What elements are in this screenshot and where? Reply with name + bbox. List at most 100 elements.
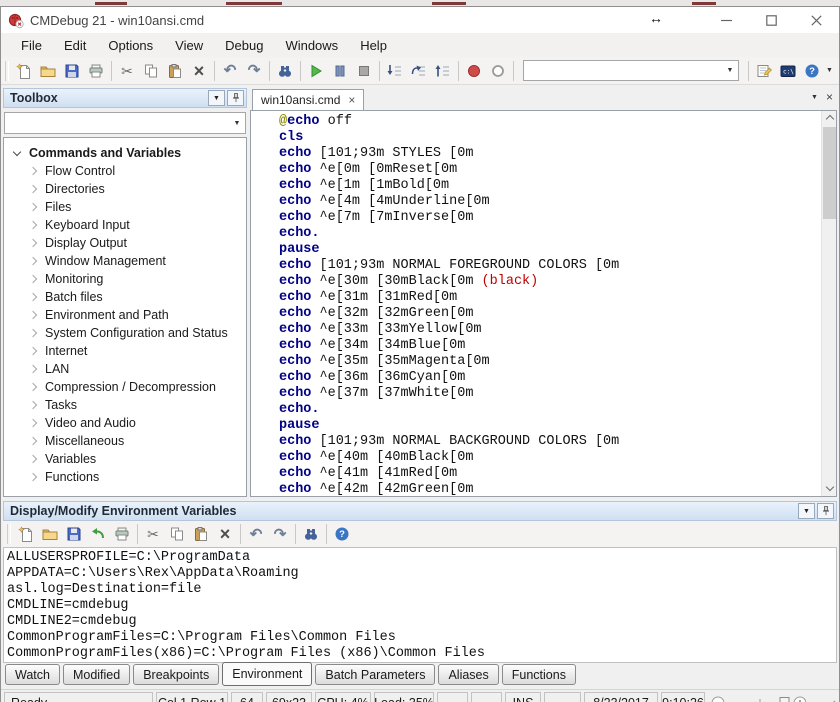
run-button[interactable]	[304, 59, 328, 83]
toolbox-item-functions[interactable]: Functions	[4, 468, 246, 486]
undo-icon: ↶	[222, 63, 238, 79]
step-over-button[interactable]	[407, 59, 431, 83]
toolbox-item-compression-decompression[interactable]: Compression / Decompression	[4, 378, 246, 396]
delete-button[interactable]: ×	[213, 522, 237, 546]
toolbox-item-commands-and-variables[interactable]: Commands and Variables	[4, 144, 246, 162]
scroll-up-arrow-icon[interactable]	[822, 111, 837, 126]
zoom-slider[interactable]	[710, 694, 806, 702]
menu-item-file[interactable]: File	[11, 35, 52, 56]
find-button[interactable]	[273, 59, 297, 83]
stop-button[interactable]	[352, 59, 376, 83]
bottom-tab-environment[interactable]: Environment	[222, 662, 312, 686]
command-combo[interactable]: ▼	[523, 60, 739, 81]
caret-down-icon[interactable]: ▼	[229, 113, 245, 133]
redo-button[interactable]: ↷	[268, 522, 292, 546]
edit-window-button[interactable]	[752, 59, 776, 83]
close-document-button[interactable]: ×	[826, 90, 833, 104]
clear-breakpoints-button[interactable]	[486, 59, 510, 83]
toolbox-item-miscellaneous[interactable]: Miscellaneous	[4, 432, 246, 450]
toolbox-menu-button[interactable]: ▼	[208, 90, 225, 106]
redo-button[interactable]: ↷	[242, 59, 266, 83]
editor-vertical-scrollbar[interactable]	[821, 111, 836, 496]
open-file-button[interactable]	[36, 59, 60, 83]
revert-button[interactable]	[86, 522, 110, 546]
paste-button[interactable]	[189, 522, 213, 546]
toolbox-item-directories[interactable]: Directories	[4, 180, 246, 198]
find-button[interactable]	[299, 522, 323, 546]
toolbox-item-variables[interactable]: Variables	[4, 450, 246, 468]
toolbar-separator	[513, 61, 514, 81]
toolbox-item-files[interactable]: Files	[4, 198, 246, 216]
close-button[interactable]	[794, 7, 839, 33]
copy-button[interactable]	[139, 59, 163, 83]
menu-item-debug[interactable]: Debug	[215, 35, 273, 56]
cut-button[interactable]: ✂	[115, 59, 139, 83]
menu-item-windows[interactable]: Windows	[275, 35, 348, 56]
bottom-tab-modified[interactable]: Modified	[63, 664, 130, 685]
toolbox-item-window-management[interactable]: Window Management	[4, 252, 246, 270]
toolbox-item-environment-and-path[interactable]: Environment and Path	[4, 306, 246, 324]
new-file-button[interactable]	[12, 59, 36, 83]
toggle-breakpoint-button[interactable]	[462, 59, 486, 83]
toolbox-item-monitoring[interactable]: Monitoring	[4, 270, 246, 288]
toolbox-pin-button[interactable]	[227, 90, 244, 106]
undo-button[interactable]: ↶	[244, 522, 268, 546]
toolbox-item-batch-files[interactable]: Batch files	[4, 288, 246, 306]
scrollbar-thumb[interactable]	[823, 127, 836, 219]
minimize-button[interactable]	[704, 7, 749, 33]
toolbox-item-system-configuration-and-status[interactable]: System Configuration and Status	[4, 324, 246, 342]
code-editor[interactable]: @echo offclsecho [101;93m STYLES [0mecho…	[251, 111, 821, 496]
toolbox-title: Toolbox	[10, 91, 206, 105]
toolbox-item-lan[interactable]: LAN	[4, 360, 246, 378]
tab-close-icon[interactable]: ×	[348, 94, 355, 106]
cut-button[interactable]: ✂	[141, 522, 165, 546]
bottom-tab-batch-parameters[interactable]: Batch Parameters	[315, 664, 435, 685]
bottom-tab-functions[interactable]: Functions	[502, 664, 576, 685]
environment-menu-button[interactable]: ▼	[798, 503, 815, 519]
bottom-tab-watch[interactable]: Watch	[5, 664, 60, 685]
title-bar[interactable]: CMDebug 21 - win10ansi.cmd ↔	[1, 7, 839, 33]
command-window-button[interactable]: c:\	[776, 59, 800, 83]
toolbox-filter-combo[interactable]: ▼	[4, 112, 246, 134]
help-button[interactable]: ?	[330, 522, 354, 546]
bottom-tab-breakpoints[interactable]: Breakpoints	[133, 664, 219, 685]
help-button[interactable]: ?	[800, 59, 824, 83]
code-line: echo ^e[34m [34mBlue[0m	[279, 338, 821, 354]
toolbox-item-video-and-audio[interactable]: Video and Audio	[4, 414, 246, 432]
menu-item-help[interactable]: Help	[350, 35, 397, 56]
environment-variables-list[interactable]: ALLUSERSPROFILE=C:\ProgramDataAPPDATA=C:…	[3, 547, 837, 663]
toolbar-overflow-button[interactable]: ▼	[826, 67, 833, 74]
scroll-down-arrow-icon[interactable]	[822, 481, 837, 496]
environment-pin-button[interactable]	[817, 503, 834, 519]
print-button[interactable]	[84, 59, 108, 83]
menu-item-view[interactable]: View	[165, 35, 213, 56]
toolbox-item-keyboard-input[interactable]: Keyboard Input	[4, 216, 246, 234]
delete-button[interactable]: ×	[187, 59, 211, 83]
menu-item-options[interactable]: Options	[98, 35, 163, 56]
pause-button[interactable]	[328, 59, 352, 83]
open-file-button[interactable]	[38, 522, 62, 546]
step-out-button[interactable]	[431, 59, 455, 83]
toolbox-item-tasks[interactable]: Tasks	[4, 396, 246, 414]
maximize-button[interactable]	[749, 7, 794, 33]
paste-button[interactable]	[163, 59, 187, 83]
undo-button[interactable]: ↶	[218, 59, 242, 83]
toolbox-item-display-output[interactable]: Display Output	[4, 234, 246, 252]
save-button[interactable]	[62, 522, 86, 546]
tab-list-button[interactable]: ▼	[811, 94, 818, 101]
toolbox-filter-input[interactable]	[5, 113, 229, 133]
menu-item-edit[interactable]: Edit	[54, 35, 96, 56]
new-file-button[interactable]	[14, 522, 38, 546]
toolbox-item-internet[interactable]: Internet	[4, 342, 246, 360]
tree-item-label: Tasks	[45, 398, 77, 412]
caret-down-icon[interactable]: ▼	[722, 61, 738, 80]
toolbox-item-flow-control[interactable]: Flow Control	[4, 162, 246, 180]
command-input[interactable]	[524, 61, 722, 80]
print-button[interactable]	[110, 522, 134, 546]
step-into-button[interactable]	[383, 59, 407, 83]
save-button[interactable]	[60, 59, 84, 83]
tab-win10ansi[interactable]: win10ansi.cmd ×	[252, 89, 364, 110]
revert-icon	[90, 526, 106, 542]
copy-button[interactable]	[165, 522, 189, 546]
bottom-tab-aliases[interactable]: Aliases	[438, 664, 498, 685]
